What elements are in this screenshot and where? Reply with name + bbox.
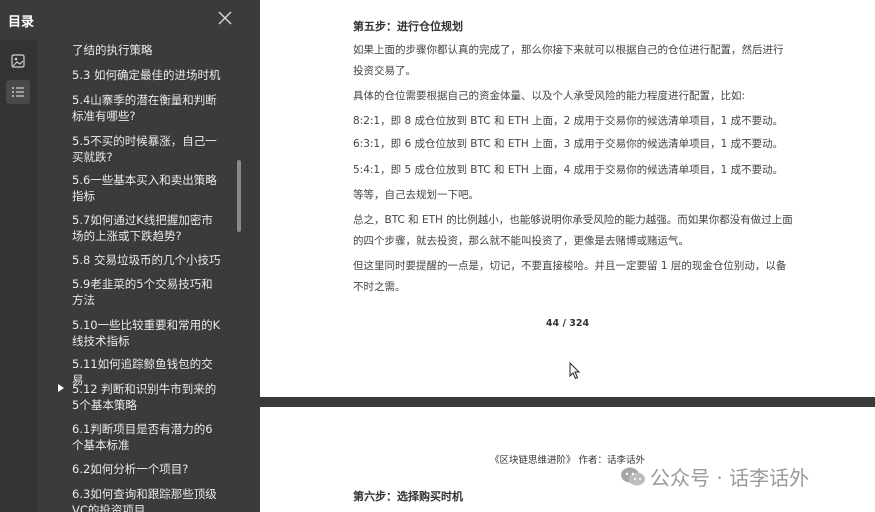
section-heading: 第五步：进行仓位规划 bbox=[353, 20, 463, 33]
image-icon bbox=[11, 54, 25, 68]
toc-item[interactable]: 5.8 交易垃圾币的几个小技巧 bbox=[72, 252, 222, 268]
section-heading: 第六步：选择购买时机 bbox=[353, 490, 463, 503]
toc-item[interactable]: 5.10一些比较重要和常用的K线技术指标 bbox=[72, 317, 222, 349]
toc-item[interactable]: 了结的执行策略 bbox=[72, 42, 222, 58]
toc-item[interactable]: 5.4山寨季的潜在衡量和判断标准有哪些? bbox=[72, 92, 222, 124]
mouse-cursor-icon bbox=[569, 362, 581, 380]
paragraph: 6:3:1，即 6 成仓位放到 BTC 和 ETH 上面，3 成用于交易你的候选… bbox=[353, 138, 784, 150]
sidebar-icon-rail bbox=[0, 40, 38, 512]
outline-button[interactable] bbox=[6, 80, 30, 104]
paragraph: 8:2:1，即 8 成仓位放到 BTC 和 ETH 上面，2 成用于交易你的候选… bbox=[353, 115, 784, 127]
document-page: 第五步：进行仓位规划 如果上面的步骤你都认真的完成了，那么你接下来就可以根据自己… bbox=[260, 0, 875, 397]
toc-item-active[interactable]: 5.12 判断和识别牛市到来的5个基本策略 bbox=[72, 381, 222, 413]
sidebar-title: 目录 bbox=[8, 15, 35, 30]
wechat-icon bbox=[621, 467, 645, 486]
toc-item[interactable]: 5.3 如何确定最佳的进场时机 bbox=[72, 67, 222, 83]
toc-sidebar: 目录 了结的执行策略 5.3 如何确定最佳的进场时机 5.4山寨季的潜在衡量和判… bbox=[0, 0, 245, 512]
toc-list: 了结的执行策略 5.3 如何确定最佳的进场时机 5.4山寨季的潜在衡量和判断标准… bbox=[38, 26, 243, 512]
toc-item[interactable]: 6.1判断项目是否有潜力的6个基本标准 bbox=[72, 421, 222, 453]
thumbnails-button[interactable] bbox=[6, 49, 30, 73]
document-page: 《区块链思维进阶》 作者：话李话外 第六步：选择购买时机 bbox=[260, 407, 875, 512]
close-icon[interactable] bbox=[216, 9, 234, 27]
expand-arrow-icon[interactable] bbox=[58, 384, 64, 392]
watermark-text: 公众号 · 话李话外 bbox=[650, 466, 810, 490]
page-number: 44 / 324 bbox=[545, 318, 590, 329]
toc-item[interactable]: 5.6一些基本买入和卖出策略指标 bbox=[72, 172, 222, 204]
paragraph: 等等，自己去规划一下吧。 bbox=[353, 189, 479, 201]
toc-scrollbar[interactable] bbox=[237, 160, 241, 232]
toc-item[interactable]: 5.5不买的时候暴涨，自己一买就跌? bbox=[72, 133, 222, 165]
paragraph: 总之，BTC 和 ETH 的比例越小，也能够说明你承受风险的能力越强。而如果你都… bbox=[353, 214, 793, 247]
list-icon bbox=[12, 87, 24, 97]
paragraph: 如果上面的步骤你都认真的完成了，那么你接下来就可以根据自己的仓位进行配置，然后进… bbox=[353, 44, 784, 77]
toc-item[interactable]: 6.2如何分析一个项目? bbox=[72, 461, 222, 477]
toc-item[interactable]: 5.9老韭菜的5个交易技巧和方法 bbox=[72, 276, 222, 308]
toc-item[interactable]: 6.3如何查询和跟踪那些顶级VC的投资项目 bbox=[72, 486, 222, 512]
paragraph: 具体的仓位需要根据自己的资金体量、以及个人承受风险的能力程度进行配置，比如: bbox=[353, 90, 746, 102]
toc-item[interactable]: 5.7如何通过K线把握加密市场的上涨或下跌趋势? bbox=[72, 212, 222, 244]
paragraph: 5:4:1，即 5 成仓位放到 BTC 和 ETH 上面，4 成用于交易你的候选… bbox=[353, 164, 784, 176]
paragraph: 但这里同时要提醒的一点是，切记，不要直接梭哈。并且一定要留 1 层的现金仓位别动… bbox=[353, 260, 787, 293]
